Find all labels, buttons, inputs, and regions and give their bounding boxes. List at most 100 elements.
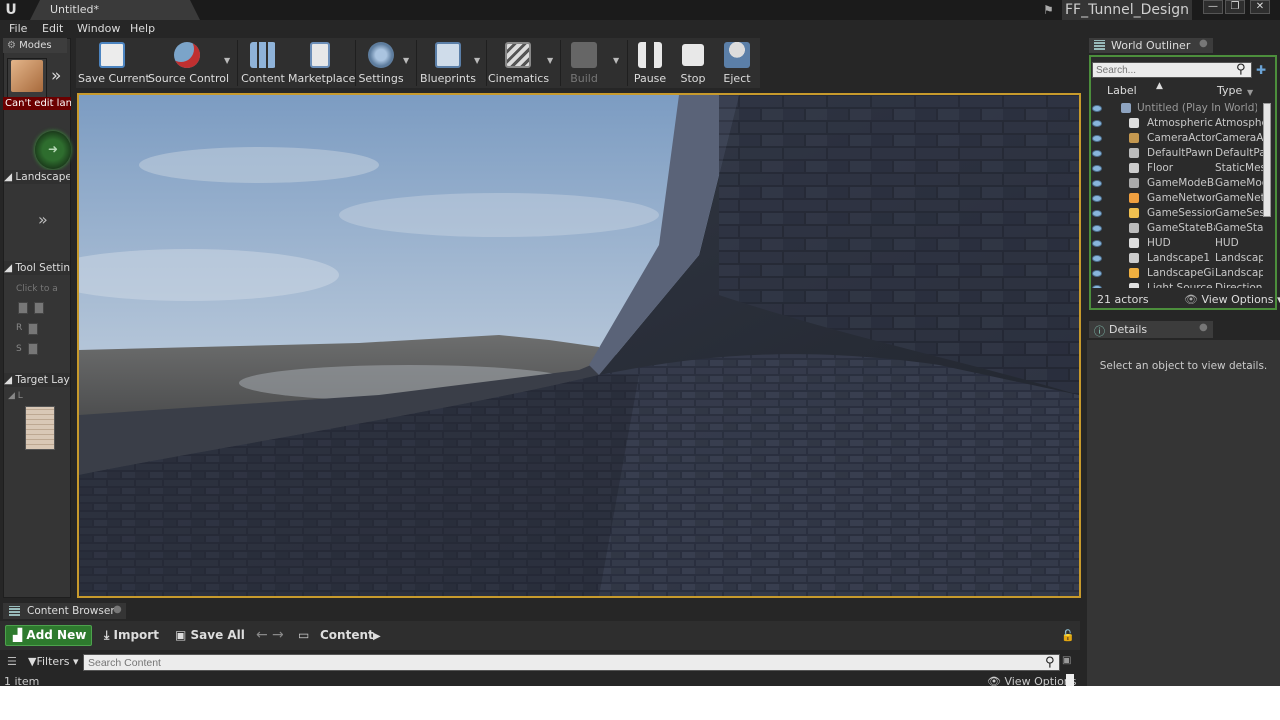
more-modes-chevron-icon[interactable]: » xyxy=(51,66,71,86)
path-breadcrumb-content[interactable]: Content xyxy=(320,626,374,645)
visibility-eye-icon[interactable] xyxy=(1092,240,1102,247)
settings-dropdown-icon[interactable]: ▼ xyxy=(403,56,409,65)
details-tab[interactable]: Details xyxy=(1089,321,1213,338)
outliner-search-input[interactable] xyxy=(1092,62,1252,78)
visibility-eye-icon[interactable] xyxy=(1092,165,1102,172)
stop-button[interactable]: Stop xyxy=(674,38,712,88)
blueprints-icon xyxy=(435,42,461,68)
filters-button[interactable]: ▼Filters ▾ xyxy=(28,655,78,668)
project-name: FF_Tunnel_Design xyxy=(1062,0,1192,20)
outliner-row[interactable]: HUD HUD xyxy=(1091,236,1263,251)
add-new-button[interactable]: ▟ Add New ▾ xyxy=(5,625,92,661)
search-icon[interactable]: ⚲ xyxy=(1045,654,1055,671)
source-control-dropdown-icon[interactable]: ▼ xyxy=(224,56,230,65)
menu-help[interactable]: Help xyxy=(130,20,155,38)
marketplace-button[interactable]: Marketplace xyxy=(288,38,355,88)
row-r-label: R xyxy=(16,323,23,333)
outliner-row[interactable]: DefaultPawn DefaultPa xyxy=(1091,146,1263,161)
save-current-button[interactable]: Save Current xyxy=(78,38,150,88)
visibility-eye-icon[interactable] xyxy=(1092,135,1102,142)
expand-chevron-icon[interactable]: » xyxy=(38,210,48,229)
maximize-button[interactable]: ❐ xyxy=(1225,0,1245,14)
build-button[interactable]: Build xyxy=(562,38,606,88)
target-layer-thumbnail[interactable] xyxy=(25,406,55,450)
outliner-row[interactable]: CameraActor CameraA xyxy=(1091,131,1263,146)
close-tab-icon[interactable]: ● xyxy=(113,604,122,615)
tool-option-box[interactable] xyxy=(18,302,28,314)
outliner-view-options[interactable]: 👁 View Options ▾ xyxy=(1184,293,1280,306)
outliner-row[interactable]: GameSession GameSes xyxy=(1091,206,1263,221)
save-all-button[interactable]: ▣ Save All xyxy=(175,626,245,645)
visibility-eye-icon[interactable] xyxy=(1092,270,1102,277)
close-button[interactable]: ✕ xyxy=(1250,0,1270,14)
row-s-box[interactable] xyxy=(28,343,38,355)
close-tab-icon[interactable]: ● xyxy=(1199,322,1208,333)
visibility-eye-icon[interactable] xyxy=(1092,195,1102,202)
content-button[interactable]: Content xyxy=(240,38,286,88)
path-arrow-icon[interactable]: ▶ xyxy=(373,627,381,646)
menu-edit[interactable]: Edit xyxy=(42,20,63,38)
search-icon[interactable]: ⚲ xyxy=(1236,62,1250,78)
build-dropdown-icon[interactable]: ▼ xyxy=(613,56,619,65)
outliner-row[interactable]: LandscapeGiz Landscap xyxy=(1091,266,1263,281)
lock-icon[interactable]: 🔓 xyxy=(1061,629,1075,642)
settings-button[interactable]: Settings xyxy=(358,38,404,88)
outliner-row[interactable]: GameStateBasGameStat xyxy=(1091,221,1263,236)
filters-label: Filters xyxy=(36,655,70,668)
visibility-eye-icon[interactable] xyxy=(1092,225,1102,232)
scroll-thumb[interactable] xyxy=(1066,674,1074,686)
document-tab[interactable]: Untitled* xyxy=(30,0,200,20)
stop-label: Stop xyxy=(680,72,706,85)
outliner-row[interactable]: Atmospheric F Atmosphe xyxy=(1091,116,1263,131)
add-icon[interactable]: ✚ xyxy=(1256,62,1270,78)
import-button[interactable]: ⤓ Import xyxy=(104,626,159,645)
visibility-eye-icon[interactable] xyxy=(1092,285,1102,288)
visibility-eye-icon[interactable] xyxy=(1092,210,1102,217)
eject-button[interactable]: Eject xyxy=(716,38,758,88)
world-outliner-tab[interactable]: World Outliner xyxy=(1089,38,1213,53)
forward-arrow-icon[interactable]: → xyxy=(272,627,284,643)
outliner-row[interactable]: Floor StaticMes xyxy=(1091,161,1263,176)
import-label: Import xyxy=(113,628,159,642)
row-r-box[interactable] xyxy=(28,323,38,335)
blueprints-button[interactable]: Blueprints xyxy=(420,38,476,88)
visibility-eye-icon[interactable] xyxy=(1092,105,1102,112)
minimize-button[interactable]: — xyxy=(1203,0,1223,14)
cinematics-dropdown-icon[interactable]: ▼ xyxy=(547,56,553,65)
tool-option-box[interactable] xyxy=(34,302,44,314)
visibility-eye-icon[interactable] xyxy=(1092,120,1102,127)
modes-tab[interactable]: ⚙ Modes xyxy=(3,38,67,53)
source-control-button[interactable]: Source Control xyxy=(148,38,229,88)
back-arrow-icon[interactable]: ← xyxy=(256,627,268,643)
close-tab-icon[interactable]: ● xyxy=(1199,38,1208,49)
target-layers-header[interactable]: ◢ Target Layers xyxy=(4,373,70,387)
outliner-world-row[interactable]: Untitled (Play In World) xyxy=(1091,101,1263,116)
flag-icon[interactable]: ⚑ xyxy=(1043,3,1057,17)
outliner-row[interactable]: Landscape1 Landscap xyxy=(1091,251,1263,266)
actor-icon xyxy=(1129,238,1139,248)
type-menu-chevron-icon[interactable]: ▼ xyxy=(1247,88,1253,97)
level-viewport[interactable] xyxy=(77,93,1081,598)
outliner-row[interactable]: GameNetworkGameNetw xyxy=(1091,191,1263,206)
sources-toggle-icon[interactable]: ☰ xyxy=(7,655,17,668)
save-search-icon[interactable]: ▣ xyxy=(1062,655,1071,666)
build-icon xyxy=(571,42,597,68)
toolbar-separator xyxy=(237,40,238,86)
content-search-input[interactable] xyxy=(83,654,1060,671)
tool-settings-header[interactable]: ◢ Tool Settings xyxy=(4,261,70,275)
outliner-scrollbar[interactable] xyxy=(1263,103,1271,217)
pause-button[interactable]: Pause xyxy=(630,38,670,88)
landscape-section-header[interactable]: ◢ Landscape xyxy=(4,170,70,184)
content-view-options[interactable]: 👁 View Options xyxy=(987,675,1077,686)
visibility-eye-icon[interactable] xyxy=(1092,255,1102,262)
item-count: 1 item xyxy=(4,675,40,686)
menu-window[interactable]: Window xyxy=(77,20,120,38)
outliner-row[interactable]: GameModeBaGameMod xyxy=(1091,176,1263,191)
outliner-row[interactable]: Light Source Direction xyxy=(1091,281,1263,288)
cinematics-button[interactable]: Cinematics xyxy=(488,38,549,88)
visibility-eye-icon[interactable] xyxy=(1092,180,1102,187)
blueprints-dropdown-icon[interactable]: ▼ xyxy=(474,56,480,65)
menu-file[interactable]: File xyxy=(9,20,27,38)
content-browser-tab[interactable]: Content Browser xyxy=(3,603,126,619)
visibility-eye-icon[interactable] xyxy=(1092,150,1102,157)
